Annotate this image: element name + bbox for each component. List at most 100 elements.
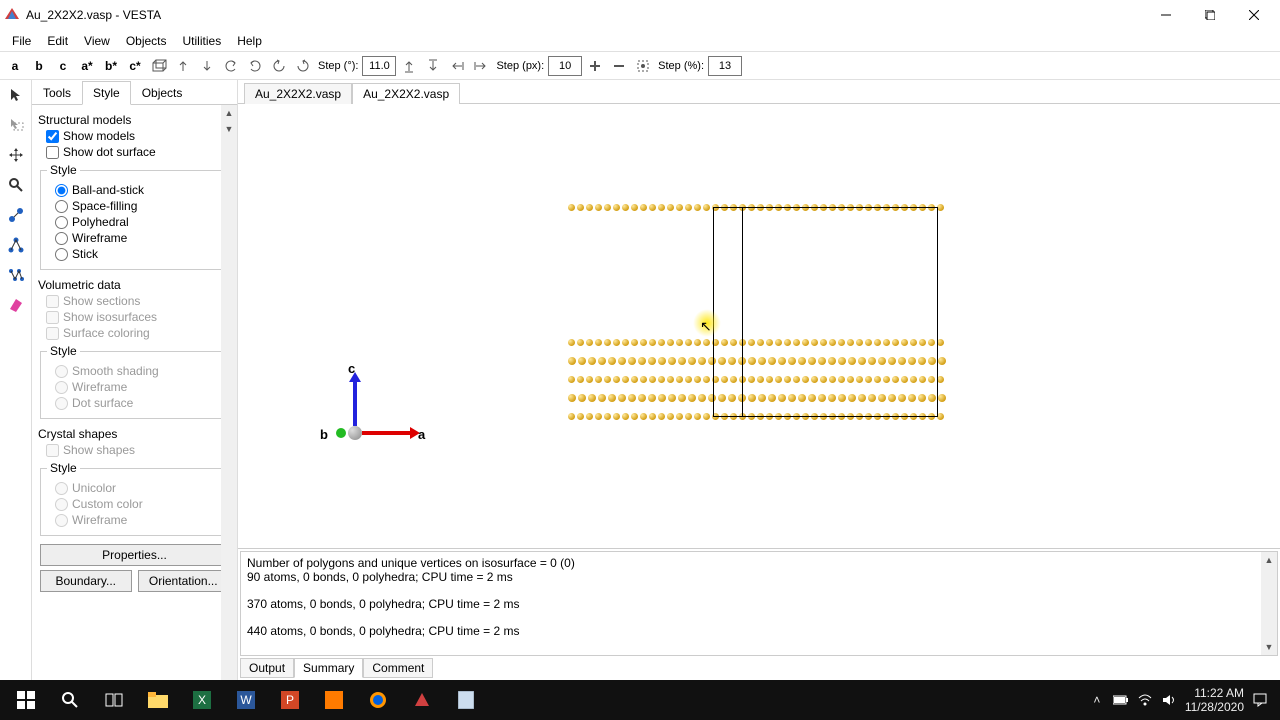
wireframe-radio[interactable]: Wireframe xyxy=(55,231,222,245)
vd-wireframe-radio: Wireframe xyxy=(55,380,222,394)
word-icon[interactable]: W xyxy=(224,680,268,720)
rotate-down-icon[interactable] xyxy=(196,55,218,77)
side-tab-objects[interactable]: Objects xyxy=(131,81,194,105)
translate-right-icon[interactable] xyxy=(470,55,492,77)
move-tool-icon[interactable] xyxy=(3,142,29,168)
step-px-input[interactable] xyxy=(548,56,582,76)
app-orange-icon[interactable] xyxy=(312,680,356,720)
redo-icon[interactable] xyxy=(244,55,266,77)
translate-left-icon[interactable] xyxy=(446,55,468,77)
show-sections-checkbox: Show sections xyxy=(46,294,231,308)
orientation-button[interactable]: Orientation... xyxy=(138,570,230,592)
custom-color-radio: Custom color xyxy=(55,497,222,511)
rotate-up-icon[interactable] xyxy=(172,55,194,77)
output-textarea[interactable]: Number of polygons and unique vertices o… xyxy=(240,551,1278,656)
vesta-taskbar-icon[interactable] xyxy=(400,680,444,720)
svg-text:P: P xyxy=(286,693,294,707)
menu-utilities[interactable]: Utilities xyxy=(175,32,230,50)
volumetric-data-label: Volumetric data xyxy=(38,278,231,292)
app-icon xyxy=(4,7,20,23)
pointer-tool-icon[interactable] xyxy=(3,82,29,108)
distance-tool-icon[interactable] xyxy=(3,202,29,228)
menu-help[interactable]: Help xyxy=(229,32,270,50)
menu-view[interactable]: View xyxy=(76,32,118,50)
maximize-button[interactable] xyxy=(1188,0,1232,30)
plane-tool-icon[interactable] xyxy=(3,292,29,318)
zoom-out-icon[interactable] xyxy=(608,55,630,77)
axis-b-button[interactable]: b xyxy=(28,55,50,77)
ball-and-stick-radio[interactable]: Ball-and-stick xyxy=(55,183,222,197)
translate-up-icon[interactable] xyxy=(398,55,420,77)
firefox-icon[interactable] xyxy=(356,680,400,720)
stick-radio[interactable]: Stick xyxy=(55,247,222,261)
tray-chevron-icon[interactable]: ˄ xyxy=(1089,692,1105,708)
file-explorer-icon[interactable] xyxy=(136,680,180,720)
show-shapes-checkbox: Show shapes xyxy=(46,443,231,457)
cs-style-legend: Style xyxy=(47,461,80,475)
undo-icon[interactable] xyxy=(220,55,242,77)
tray-clock[interactable]: 11:22 AM 11/28/2020 xyxy=(1185,686,1244,715)
viewport-3d[interactable]: c a b ↖ xyxy=(238,104,1280,548)
excel-icon[interactable]: X xyxy=(180,680,224,720)
axis-astar-button[interactable]: a* xyxy=(76,55,98,77)
structural-models-label: Structural models xyxy=(38,113,231,127)
output-tab-summary[interactable]: Summary xyxy=(294,658,363,678)
dihedral-tool-icon[interactable] xyxy=(3,262,29,288)
rotate-ccw-icon[interactable] xyxy=(268,55,290,77)
tray-battery-icon[interactable] xyxy=(1113,692,1129,708)
axis-c-button[interactable]: c xyxy=(52,55,74,77)
show-models-checkbox[interactable]: Show models xyxy=(46,129,231,143)
notepad-icon[interactable] xyxy=(444,680,488,720)
svg-text:W: W xyxy=(240,693,252,707)
vd-style-legend: Style xyxy=(47,344,80,358)
zoom-tool-icon[interactable] xyxy=(3,172,29,198)
close-button[interactable] xyxy=(1232,0,1276,30)
window-title: Au_2X2X2.vasp - VESTA xyxy=(26,8,161,22)
tray-wifi-icon[interactable] xyxy=(1137,692,1153,708)
sidepanel-scrollbar[interactable]: ▲▼ xyxy=(221,105,237,680)
side-tab-style[interactable]: Style xyxy=(82,81,131,105)
boundary-button[interactable]: Boundary... xyxy=(40,570,132,592)
start-button[interactable] xyxy=(4,680,48,720)
dot-surface-radio: Dot surface xyxy=(55,396,222,410)
minimize-button[interactable] xyxy=(1144,0,1188,30)
step-deg-label: Step (°): xyxy=(318,60,358,72)
powerpoint-icon[interactable]: P xyxy=(268,680,312,720)
step-pct-label: Step (%): xyxy=(658,60,704,72)
tray-notifications-icon[interactable] xyxy=(1252,692,1268,708)
step-px-label: Step (px): xyxy=(496,60,544,72)
search-icon[interactable] xyxy=(48,680,92,720)
menu-edit[interactable]: Edit xyxy=(39,32,76,50)
tray-volume-icon[interactable] xyxy=(1161,692,1177,708)
perspective-icon[interactable] xyxy=(148,55,170,77)
show-dot-surface-checkbox[interactable]: Show dot surface xyxy=(46,145,231,159)
axis-bstar-button[interactable]: b* xyxy=(100,55,122,77)
cs-wireframe-radio: Wireframe xyxy=(55,513,222,527)
doc-tab-2[interactable]: Au_2X2X2.vasp xyxy=(352,83,460,104)
polyhedral-radio[interactable]: Polyhedral xyxy=(55,215,222,229)
step-pct-input[interactable] xyxy=(708,56,742,76)
angle-tool-icon[interactable] xyxy=(3,232,29,258)
translate-down-icon[interactable] xyxy=(422,55,444,77)
output-tab-comment[interactable]: Comment xyxy=(363,658,433,678)
output-scrollbar[interactable]: ▲▼ xyxy=(1261,552,1277,655)
space-filling-radio[interactable]: Space-filling xyxy=(55,199,222,213)
menu-file[interactable]: File xyxy=(4,32,39,50)
zoom-in-icon[interactable] xyxy=(584,55,606,77)
axis-cstar-button[interactable]: c* xyxy=(124,55,146,77)
menu-objects[interactable]: Objects xyxy=(118,32,175,50)
doc-tab-1[interactable]: Au_2X2X2.vasp xyxy=(244,83,352,104)
axis-a-button[interactable]: a xyxy=(4,55,26,77)
rotate-cw-icon[interactable] xyxy=(292,55,314,77)
step-deg-input[interactable] xyxy=(362,56,396,76)
output-tab-output[interactable]: Output xyxy=(240,658,294,678)
properties-button[interactable]: Properties... xyxy=(40,544,229,566)
select-rect-tool-icon[interactable] xyxy=(3,112,29,138)
smooth-shading-radio: Smooth shading xyxy=(55,364,222,378)
fit-icon[interactable] xyxy=(632,55,654,77)
side-tab-tools[interactable]: Tools xyxy=(32,81,82,105)
task-view-icon[interactable] xyxy=(92,680,136,720)
crystal-model xyxy=(568,204,948,424)
show-isosurfaces-checkbox: Show isosurfaces xyxy=(46,310,231,324)
crystal-shapes-label: Crystal shapes xyxy=(38,427,231,441)
